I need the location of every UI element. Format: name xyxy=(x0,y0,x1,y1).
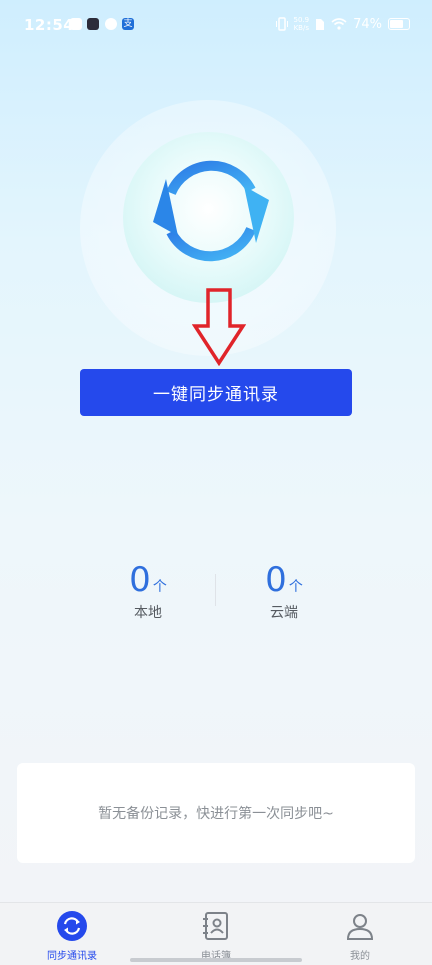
local-count: 0 xyxy=(129,560,151,600)
stat-cloud: 0个 云端 xyxy=(224,560,344,622)
tab-mine[interactable]: 我的 xyxy=(288,903,432,965)
cloud-count: 0 xyxy=(265,560,287,600)
video-app-icon xyxy=(87,18,99,30)
bottom-tab-bar: 同步通讯录 电话簿 我的 xyxy=(0,902,432,965)
sync-contacts-button[interactable]: 一键同步通讯录 xyxy=(80,369,352,416)
tab-mine-label: 我的 xyxy=(350,951,370,962)
vibrate-icon xyxy=(275,17,288,31)
local-label: 本地 xyxy=(134,605,162,621)
local-unit: 个 xyxy=(152,579,167,595)
profile-icon xyxy=(346,914,374,940)
down-arrow-icon xyxy=(192,288,246,366)
stat-divider xyxy=(215,574,216,606)
status-bar: 12:54 支 50.9 KB/s 74% xyxy=(0,0,432,52)
backup-record-card: 暂无备份记录，快进行第一次同步吧~ xyxy=(17,763,415,863)
link-app-icon xyxy=(105,18,117,30)
tab-phonebook[interactable]: 电话簿 xyxy=(144,903,288,965)
wifi-icon xyxy=(331,18,347,30)
status-time: 12:54 xyxy=(24,16,75,34)
battery-percent: 74% xyxy=(353,16,382,32)
alipay-icon: 支 xyxy=(122,18,134,30)
tab-sync-contacts[interactable]: 同步通讯录 xyxy=(0,903,144,965)
cloud-label: 云端 xyxy=(270,605,298,621)
battery-icon xyxy=(388,18,410,30)
sync-icon xyxy=(153,160,269,262)
tab-sync-contacts-label: 同步通讯录 xyxy=(47,951,97,962)
sim-icon xyxy=(316,18,325,30)
contacts-book-icon xyxy=(203,912,228,940)
cloud-unit: 个 xyxy=(288,579,303,595)
stat-local: 0个 本地 xyxy=(88,560,208,622)
notification-app-icon xyxy=(70,18,82,30)
network-speed: 50.9 KB/s xyxy=(293,16,310,32)
home-indicator xyxy=(130,958,302,962)
sync-icon xyxy=(57,911,87,941)
status-indicators: 50.9 KB/s 74% xyxy=(275,16,410,32)
empty-backup-message: 暂无备份记录，快进行第一次同步吧~ xyxy=(98,806,334,822)
